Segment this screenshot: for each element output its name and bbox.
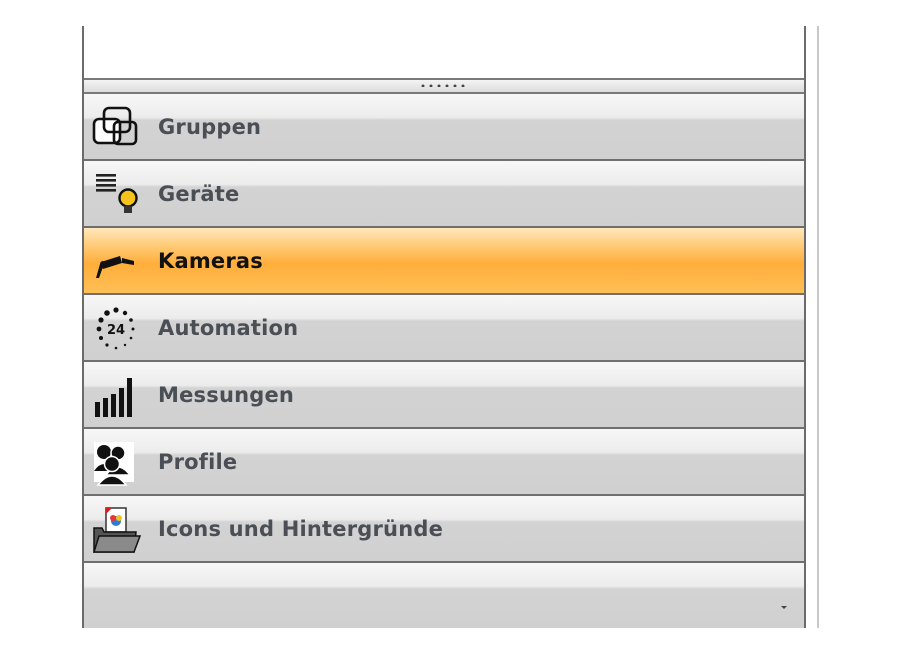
- nav-item-icons-und-hintergruende[interactable]: Icons und Hintergründe: [84, 496, 804, 563]
- automation-24-icon: 24: [96, 307, 135, 350]
- profiles-icon: [94, 442, 134, 486]
- devices-icon: [96, 174, 138, 213]
- outer-border-line: [817, 26, 819, 628]
- groups-icon: [92, 106, 138, 146]
- nav-item-kameras[interactable]: Kameras: [84, 228, 804, 295]
- camera-icon: [96, 256, 134, 278]
- panel-footer: [84, 563, 804, 628]
- nav-item-geraete[interactable]: Geräte: [84, 161, 804, 228]
- nav-item-profile[interactable]: Profile: [84, 429, 804, 496]
- chevron-down-icon[interactable]: [778, 602, 790, 612]
- nav-item-label: Icons und Hintergründe: [158, 517, 444, 541]
- svg-text:24: 24: [107, 323, 125, 338]
- nav-item-label: Messungen: [158, 383, 295, 407]
- nav-item-label: Kameras: [158, 249, 263, 273]
- nav-item-gruppen[interactable]: Gruppen: [84, 94, 804, 161]
- nav-item-label: Geräte: [158, 182, 240, 206]
- nav-item-label: Profile: [158, 450, 238, 474]
- splitter-grip-icon[interactable]: [419, 84, 467, 87]
- panel-splitter[interactable]: [84, 78, 804, 94]
- navigation-panel: Gruppen Geräte Kameras 24 Automation Mes…: [82, 26, 806, 628]
- nav-item-label: Automation: [158, 316, 299, 340]
- nav-item-automation[interactable]: 24 Automation: [84, 295, 804, 362]
- nav-item-label: Gruppen: [158, 115, 262, 139]
- panel-content-area: [84, 26, 804, 78]
- icons-backgrounds-icon: [92, 507, 142, 553]
- nav-item-messungen[interactable]: Messungen: [84, 362, 804, 429]
- measurements-bars-icon: [95, 378, 132, 417]
